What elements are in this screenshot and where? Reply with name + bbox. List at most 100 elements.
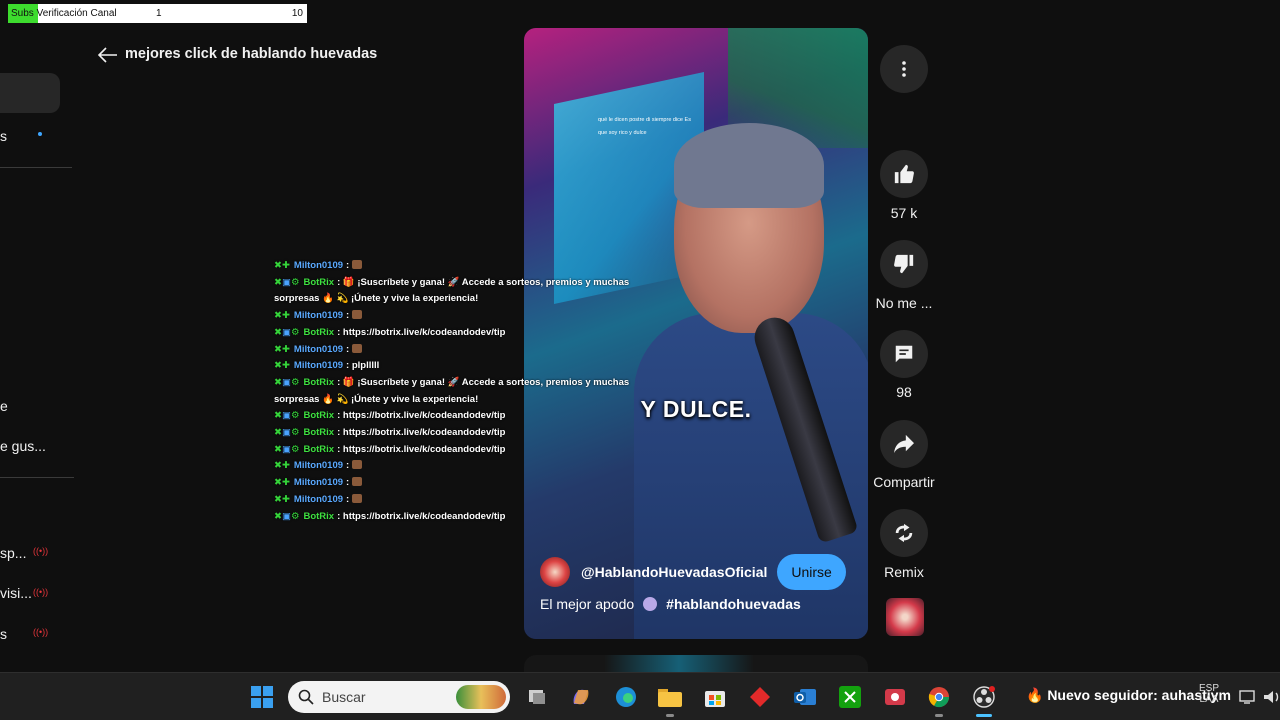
chat-badges-icon: ✖✚ xyxy=(274,260,290,271)
windows-taskbar: Buscar 🔥 Nuevo seguidor: auhastiym ESP L… xyxy=(0,672,1280,720)
edge-browser-icon[interactable] xyxy=(614,685,638,709)
chat-emote-icon xyxy=(352,493,363,503)
chat-username: Milton0109 xyxy=(293,360,344,372)
more-options-button[interactable] xyxy=(880,45,928,93)
video-person-hair xyxy=(674,123,824,208)
file-explorer-icon[interactable] xyxy=(658,685,682,709)
chat-emote-icon xyxy=(352,477,363,487)
chat-message: ✖▣⚙ BotRix: https://botrix.live/k/codeand… xyxy=(274,509,634,526)
chat-emote-icon xyxy=(352,460,363,470)
sidebar: s e e gus... sp... ((•)) visi... ((•)) s… xyxy=(0,0,75,672)
live-icon: ((•)) xyxy=(33,627,49,637)
chat-badges-icon: ✖✚ xyxy=(274,310,290,322)
chat-username: Milton0109 xyxy=(293,343,344,355)
chat-username: BotRix xyxy=(303,376,335,388)
share-label: Compartir xyxy=(873,474,935,490)
chat-message-text: : 🎁 ¡Suscríbete y gana! 🚀 Accede a sorte… xyxy=(337,276,630,288)
sidebar-item-active[interactable] xyxy=(0,73,60,113)
sidebar-item-label[interactable]: s xyxy=(0,128,7,144)
channel-name[interactable]: @HablandoHuevadasOficial xyxy=(581,564,767,580)
chat-username: Milton0109 xyxy=(293,260,344,271)
comments-count: 98 xyxy=(896,384,912,400)
network-icon[interactable] xyxy=(1236,685,1260,709)
chat-message-text: : https://botrix.live/k/codeandodev/tip xyxy=(337,326,506,338)
chat-message: ✖▣⚙ BotRix: https://botrix.live/k/codeand… xyxy=(274,425,634,442)
active-app-indicator xyxy=(976,714,992,717)
chat-message-text: : https://botrix.live/k/codeandodev/tip xyxy=(337,410,506,422)
remix-icon xyxy=(895,523,913,543)
sidebar-item-liked-videos[interactable]: e gus... xyxy=(0,438,46,454)
chat-badges-icon: ✖▣⚙ xyxy=(274,410,300,422)
screen: Subs Verificación Canal 1 10 s e e gus..… xyxy=(0,0,1280,720)
share-button[interactable] xyxy=(880,420,928,468)
ghost-emoji-icon xyxy=(643,597,658,611)
chat-username: Milton0109 xyxy=(293,493,344,505)
sidebar-divider xyxy=(0,477,74,478)
hashtag-link[interactable]: #hablandohuevadas xyxy=(666,596,801,612)
windows-start-icon[interactable] xyxy=(250,685,274,709)
like-button[interactable] xyxy=(880,150,928,198)
chat-message-text: : xyxy=(346,460,350,472)
video-small-caption-line: qué le dicen postre di siempre dice Es xyxy=(598,117,691,123)
chat-badges-icon: ✖✚ xyxy=(274,343,290,355)
chat-message-continuation: sorpresas 🔥 💫 ¡Únete y vive la experienc… xyxy=(274,293,479,305)
task-view-icon[interactable] xyxy=(525,685,549,709)
obs-studio-icon[interactable] xyxy=(972,685,996,709)
next-short-preview[interactable] xyxy=(524,655,868,672)
action-column: 57 k No me ... 98 Compartir Remix xyxy=(872,0,936,672)
chat-message: ✖✚ Milton0109: xyxy=(274,492,634,509)
channel-avatar[interactable] xyxy=(540,557,570,587)
chat-message-text: : plplllll xyxy=(346,360,380,372)
back-arrow-icon[interactable] xyxy=(96,44,120,66)
copilot-icon[interactable] xyxy=(569,685,593,709)
chat-username: BotRix xyxy=(303,427,335,439)
chat-message-text: : xyxy=(346,343,350,355)
remix-button[interactable] xyxy=(880,509,928,557)
chat-message-text: : https://botrix.live/k/codeandodev/tip xyxy=(337,443,506,455)
chat-message: ✖✚ Milton0109: xyxy=(274,258,634,275)
chat-username: BotRix xyxy=(303,510,335,522)
dislike-button[interactable] xyxy=(880,240,928,288)
chat-message-text: : xyxy=(346,477,350,489)
comments-button[interactable] xyxy=(880,330,928,378)
screen-recorder-icon[interactable] xyxy=(883,685,907,709)
app-red-diamond-icon[interactable] xyxy=(748,685,772,709)
outlook-icon[interactable] xyxy=(793,685,817,709)
chat-username: BotRix xyxy=(303,410,335,422)
chrome-icon[interactable] xyxy=(927,685,951,709)
like-count: 57 k xyxy=(890,205,918,221)
chat-username: Milton0109 xyxy=(293,460,344,472)
chat-message-text: : 🎁 ¡Suscríbete y gana! 🚀 Accede a sorte… xyxy=(337,376,630,388)
sidebar-subscription-label[interactable]: sp... xyxy=(0,545,26,561)
volume-icon[interactable] xyxy=(1260,685,1280,709)
video-description[interactable]: El mejor apodo #hablandohuevadas xyxy=(540,596,801,612)
chat-message: ✖✚ Milton0109: xyxy=(274,308,634,325)
video-small-caption-line: que soy rico y dulce xyxy=(598,130,647,136)
new-content-dot xyxy=(38,132,42,136)
xbox-icon[interactable] xyxy=(838,685,862,709)
chat-emote-icon xyxy=(352,260,363,269)
sidebar-item-label[interactable]: e xyxy=(0,398,8,414)
chat-badges-icon: ✖▣⚙ xyxy=(274,326,300,338)
sub-goal-max: 10 xyxy=(291,8,303,19)
search-icon xyxy=(298,689,314,705)
chat-message-continuation: sorpresas 🔥 💫 ¡Únete y vive la experienc… xyxy=(274,393,479,405)
chat-badges-icon: ✖✚ xyxy=(274,360,290,372)
taskbar-search[interactable]: Buscar xyxy=(288,681,510,713)
sidebar-subscription-label[interactable]: s xyxy=(0,626,7,642)
chat-message: ✖✚ Milton0109: plplllll xyxy=(274,358,634,375)
sidebar-subscription-label[interactable]: visi... xyxy=(0,585,32,601)
chat-username: BotRix xyxy=(303,326,335,338)
language-code: ESP xyxy=(1199,683,1220,694)
sound-source-thumbnail[interactable] xyxy=(886,598,924,636)
sub-goal-label: Subs Verificación Canal xyxy=(11,8,117,19)
chat-message: ✖▣⚙ BotRix: https://botrix.live/k/codeand… xyxy=(274,442,634,459)
chat-badges-icon: ✖✚ xyxy=(274,493,290,505)
microsoft-store-icon[interactable] xyxy=(703,685,727,709)
language-indicator[interactable]: ESP LAA xyxy=(1199,683,1219,705)
chat-message-text: : xyxy=(346,260,350,271)
chat-message-text: : xyxy=(346,310,350,322)
chat-badges-icon: ✖▣⚙ xyxy=(274,510,300,522)
chat-message-text: : https://botrix.live/k/codeandodev/tip xyxy=(337,427,506,439)
join-button[interactable]: Unirse xyxy=(777,554,846,590)
